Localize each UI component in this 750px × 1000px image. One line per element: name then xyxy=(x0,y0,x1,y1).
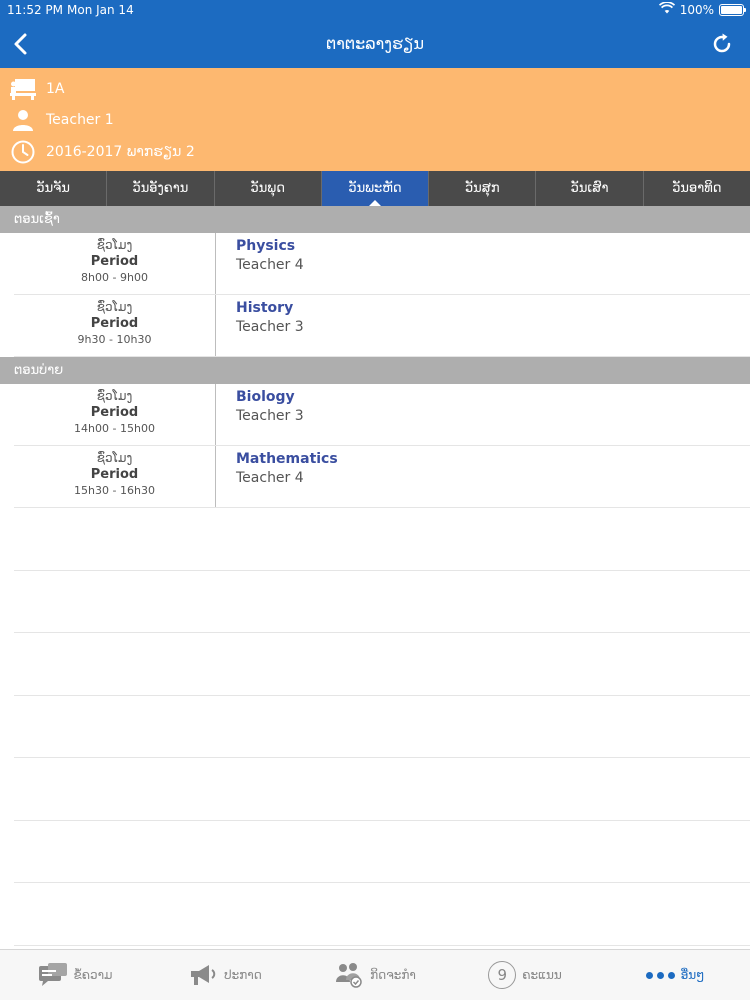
bottom-tab-bar: ຂໍ້ຄວາມ ປະກາດ ກິດຈະກຳ 9 ຄະແນນ ອື່ນໆ xyxy=(0,949,750,1000)
teacher-name: Teacher 4 xyxy=(236,470,304,486)
period-time-column: ຊົ່ວໂມງ Period 15h30 - 16h30 xyxy=(14,446,216,507)
megaphone-icon xyxy=(188,962,218,988)
tabbar-messages-label: ຂໍ້ຄວາມ xyxy=(73,968,113,982)
period-label: Period xyxy=(90,467,139,482)
teacher-name: Teacher 4 xyxy=(236,257,304,273)
nav-bar: ຕາຕະລາງຮຽນ xyxy=(0,20,750,68)
status-bar: 11:52 PM Mon Jan 14 100% xyxy=(0,0,750,20)
empty-row xyxy=(14,758,750,821)
tabbar-scores-label: ຄະແນນ xyxy=(522,968,562,982)
class-row: 1A xyxy=(10,75,64,103)
class-name: 1A xyxy=(46,81,65,97)
group-icon xyxy=(334,962,364,988)
term-row: 2016-2017 ພາກຮຽນ 2 xyxy=(10,138,195,166)
schedule-list: ຕອນເຊົ້າ ຊົ່ວໂມງ Period 8h00 - 9h00 Phys… xyxy=(0,206,750,946)
empty-row xyxy=(14,571,750,633)
slot-label: ຊົ່ວໂມງ xyxy=(96,389,133,403)
homeroom-teacher: Teacher 1 xyxy=(46,112,114,128)
empty-row xyxy=(14,883,750,946)
subject-name: Biology xyxy=(236,389,295,405)
refresh-button[interactable] xyxy=(710,32,734,56)
tabbar-announcements-label: ປະກາດ xyxy=(224,968,262,982)
tabbar-scores[interactable]: 9 ຄະແນນ xyxy=(450,950,600,1000)
score-badge-icon: 9 xyxy=(488,961,517,989)
day-tabs: ວັນຈັນ ວັນອັງຄານ ວັນພຸດ ວັນພະຫັດ ວັນສຸກ … xyxy=(0,171,750,206)
empty-row xyxy=(14,696,750,758)
tab-sunday[interactable]: ວັນອາທິດ xyxy=(644,171,750,206)
teacher-name: Teacher 3 xyxy=(236,408,304,424)
list-item[interactable]: ຊົ່ວໂມງ Period 15h30 - 16h30 Mathematics… xyxy=(14,446,750,508)
chat-icon xyxy=(38,962,68,988)
teacher-name: Teacher 3 xyxy=(236,319,304,335)
class-info-panel: 1A Teacher 1 2016-2017 ພາກຮຽນ 2 xyxy=(0,68,750,171)
more-dots-icon xyxy=(645,971,675,979)
section-header-afternoon: ຕອນບ່າຍ xyxy=(0,357,750,384)
wifi-icon xyxy=(658,1,675,17)
empty-row xyxy=(14,821,750,883)
period-time-column: ຊົ່ວໂມງ Period 14h00 - 15h00 xyxy=(14,384,216,445)
tabbar-more[interactable]: ອື່ນໆ xyxy=(600,950,750,1000)
subject-name: Mathematics xyxy=(236,451,338,467)
person-icon xyxy=(10,107,36,133)
tabbar-messages[interactable]: ຂໍ້ຄວາມ xyxy=(0,950,150,1000)
period-time: 8h00 - 9h00 xyxy=(81,271,148,284)
empty-row xyxy=(14,633,750,696)
battery-percent: 100% xyxy=(679,2,714,17)
list-item[interactable]: ຊົ່ວໂມງ Period 8h00 - 9h00 Physics Teach… xyxy=(14,233,750,295)
classroom-icon xyxy=(10,76,36,102)
period-time: 9h30 - 10h30 xyxy=(77,333,152,346)
section-header-morning: ຕອນເຊົ້າ xyxy=(0,206,750,233)
page-title: ຕາຕະລາງຮຽນ xyxy=(325,34,425,53)
timetable-screen: 11:52 PM Mon Jan 14 100% ຕາຕະລາງຮຽນ 1A T… xyxy=(0,0,750,1000)
period-time: 14h00 - 15h00 xyxy=(74,422,155,435)
tab-wednesday[interactable]: ວັນພຸດ xyxy=(215,171,322,206)
period-label: Period xyxy=(90,316,139,331)
tab-friday[interactable]: ວັນສຸກ xyxy=(429,171,537,206)
period-time: 15h30 - 16h30 xyxy=(74,484,155,497)
tabbar-more-label: ອື່ນໆ xyxy=(680,968,705,982)
slot-label: ຊົ່ວໂມງ xyxy=(96,451,133,465)
refresh-icon xyxy=(713,33,731,53)
term-label: 2016-2017 ພາກຮຽນ 2 xyxy=(46,144,195,160)
teacher-row: Teacher 1 xyxy=(10,106,114,134)
clock-icon xyxy=(10,139,36,165)
tab-tuesday[interactable]: ວັນອັງຄານ xyxy=(107,171,215,206)
period-time-column: ຊົ່ວໂມງ Period 9h30 - 10h30 xyxy=(14,295,216,356)
slot-label: ຊົ່ວໂມງ xyxy=(96,238,133,252)
tabbar-activities[interactable]: ກິດຈະກຳ xyxy=(300,950,450,1000)
period-label: Period xyxy=(90,405,139,420)
tabbar-announcements[interactable]: ປະກາດ xyxy=(150,950,300,1000)
list-item[interactable]: ຊົ່ວໂມງ Period 9h30 - 10h30 History Teac… xyxy=(14,295,750,357)
period-label: Period xyxy=(90,254,139,269)
status-time: 11:52 PM xyxy=(7,3,63,17)
status-right: 100% xyxy=(658,1,746,17)
empty-row xyxy=(14,508,750,571)
status-date: Mon Jan 14 xyxy=(67,3,134,17)
tab-thursday[interactable]: ວັນພະຫັດ xyxy=(321,171,430,206)
tabbar-activities-label: ກິດຈະກຳ xyxy=(370,968,416,982)
subject-name: Physics xyxy=(236,238,296,254)
tab-saturday[interactable]: ວັນເສົາ xyxy=(536,171,644,206)
battery-icon xyxy=(719,3,746,16)
period-time-column: ຊົ່ວໂມງ Period 8h00 - 9h00 xyxy=(14,233,216,294)
tab-monday[interactable]: ວັນຈັນ xyxy=(0,171,108,206)
list-item[interactable]: ຊົ່ວໂມງ Period 14h00 - 15h00 Biology Tea… xyxy=(14,384,750,446)
subject-name: History xyxy=(236,300,294,316)
slot-label: ຊົ່ວໂມງ xyxy=(96,300,133,314)
